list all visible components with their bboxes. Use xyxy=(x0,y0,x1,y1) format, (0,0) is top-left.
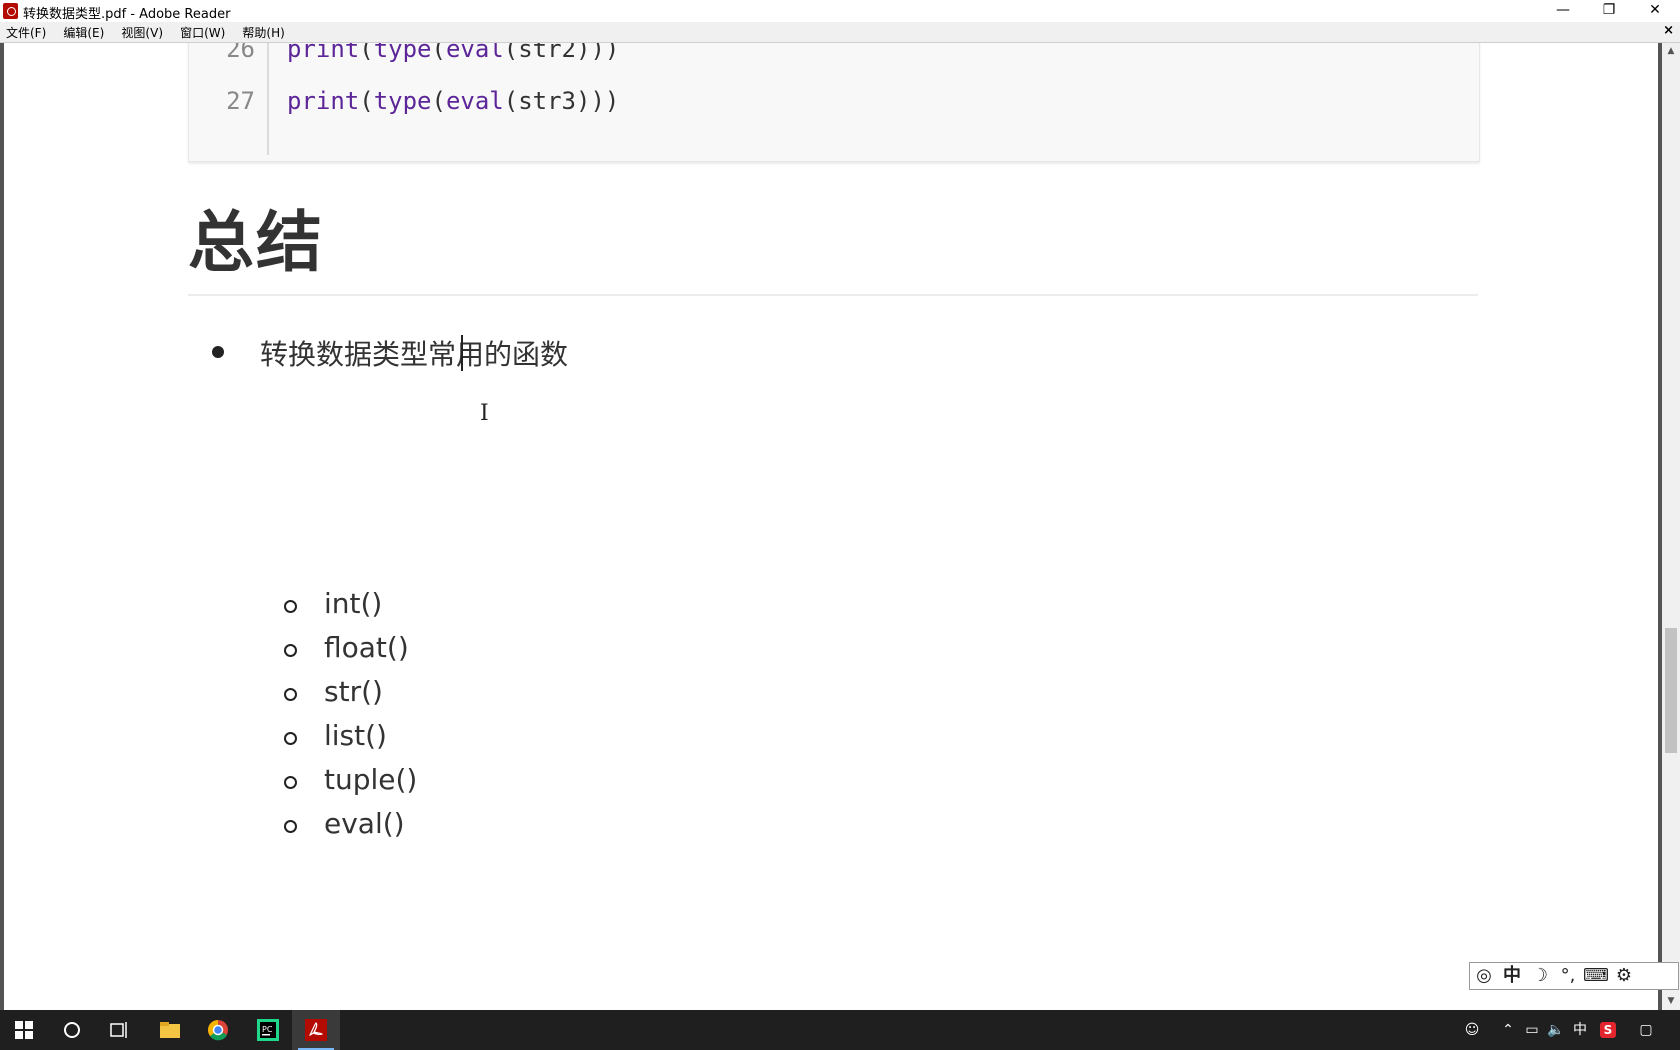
input-language-indicator[interactable]: 中 xyxy=(1568,1010,1592,1050)
menu-bar: 文件(F) 编辑(E) 视图(V) 窗口(W) 帮助(H) × xyxy=(0,22,1680,43)
list-item-text: str() xyxy=(324,675,383,708)
svg-text:PC: PC xyxy=(262,1025,273,1034)
vertical-scrollbar[interactable]: ▲ ▼ xyxy=(1662,43,1680,1010)
menu-file[interactable]: 文件(F) xyxy=(0,23,52,43)
people-icon[interactable]: ☺ xyxy=(1460,1010,1484,1050)
title-bar: 转换数据类型.pdf - Adobe Reader — ❐ ✕ xyxy=(0,0,1680,23)
circle-bullet-icon xyxy=(284,644,297,657)
scroll-up-icon[interactable]: ▲ xyxy=(1662,43,1680,60)
chinese-mode-icon[interactable]: 中 xyxy=(1498,963,1526,989)
restore-button[interactable]: ❐ xyxy=(1586,0,1632,22)
circle-bullet-icon xyxy=(284,600,297,613)
show-hidden-icons-icon[interactable]: ⌃ xyxy=(1498,1010,1518,1050)
list-item-text: tuple() xyxy=(324,763,418,796)
bullet-icon xyxy=(212,346,224,358)
code-line: 26 print(type(eval(str2))) xyxy=(189,43,1479,69)
taskbar: PC ☺ ⌃ ▭ 🔈 中 S ▢ xyxy=(0,1010,1680,1050)
menu-edit[interactable]: 编辑(E) xyxy=(57,23,110,43)
code-line: 27 print(type(eval(str3))) xyxy=(189,81,1479,121)
document-viewport[interactable]: 26 print(type(eval(str2))) 27 print(type… xyxy=(0,43,1662,1010)
circle-bullet-icon xyxy=(284,776,297,789)
chrome-icon[interactable] xyxy=(194,1010,242,1050)
line-number: 27 xyxy=(226,87,255,115)
list-item-text: float() xyxy=(324,631,409,664)
scroll-thumb[interactable] xyxy=(1665,628,1677,753)
circle-bullet-icon xyxy=(284,732,297,745)
start-icon[interactable] xyxy=(0,1010,48,1050)
settings-gear-icon[interactable]: ⚙ xyxy=(1610,963,1638,989)
circle-bullet-icon xyxy=(284,820,297,833)
pdf-page: 26 print(type(eval(str2))) 27 print(type… xyxy=(4,43,1658,510)
pycharm-icon[interactable]: PC xyxy=(244,1010,292,1050)
heading-divider xyxy=(188,294,1478,296)
list-item-text: list() xyxy=(324,719,387,752)
circle-bullet-icon xyxy=(284,688,297,701)
menu-window[interactable]: 窗口(W) xyxy=(174,23,231,43)
code-block: 26 print(type(eval(str2))) 27 print(type… xyxy=(188,43,1480,162)
file-explorer-icon[interactable] xyxy=(146,1010,194,1050)
section-heading: 总结 xyxy=(188,204,324,281)
ime-logo-icon[interactable]: ◎ xyxy=(1470,963,1498,989)
adobe-reader-icon[interactable] xyxy=(292,1010,340,1050)
punctuation-icon[interactable]: °, xyxy=(1554,963,1582,989)
search-icon[interactable] xyxy=(48,1010,96,1050)
list-item-text: eval() xyxy=(324,807,405,840)
list-item-text: int() xyxy=(324,587,383,620)
ime-toolbar: ◎ 中 ☽ °, ⌨ ⚙ xyxy=(1469,962,1679,990)
scroll-down-icon[interactable]: ▼ xyxy=(1662,993,1680,1010)
bullet-text: 转换数据类型常用的函数 xyxy=(260,338,569,371)
volume-icon[interactable]: 🔈 xyxy=(1544,1010,1568,1050)
network-icon[interactable]: ▭ xyxy=(1520,1010,1544,1050)
soft-keyboard-icon[interactable]: ⌨ xyxy=(1582,963,1610,989)
half-width-moon-icon[interactable]: ☽ xyxy=(1526,963,1554,989)
i-beam-cursor-icon: I xyxy=(480,401,489,426)
sogou-ime-icon[interactable]: S xyxy=(1596,1010,1620,1050)
action-center-icon[interactable]: ▢ xyxy=(1634,1010,1658,1050)
text-caret xyxy=(461,335,463,371)
minimize-button[interactable]: — xyxy=(1540,0,1586,22)
close-document-button[interactable]: × xyxy=(1663,23,1674,38)
line-number: 26 xyxy=(226,43,255,63)
adobe-reader-app-icon[interactable] xyxy=(3,3,18,19)
pdf-page: int() float() str() list() tuple() eval(… xyxy=(4,475,1658,1010)
task-view-icon[interactable] xyxy=(96,1010,144,1050)
close-button[interactable]: ✕ xyxy=(1632,0,1678,22)
code-text: print(type(eval(str2))) xyxy=(287,43,620,63)
menu-help[interactable]: 帮助(H) xyxy=(236,23,290,43)
menu-view[interactable]: 视图(V) xyxy=(115,23,169,43)
window-title: 转换数据类型.pdf - Adobe Reader xyxy=(23,7,231,22)
code-text: print(type(eval(str3))) xyxy=(287,87,620,115)
